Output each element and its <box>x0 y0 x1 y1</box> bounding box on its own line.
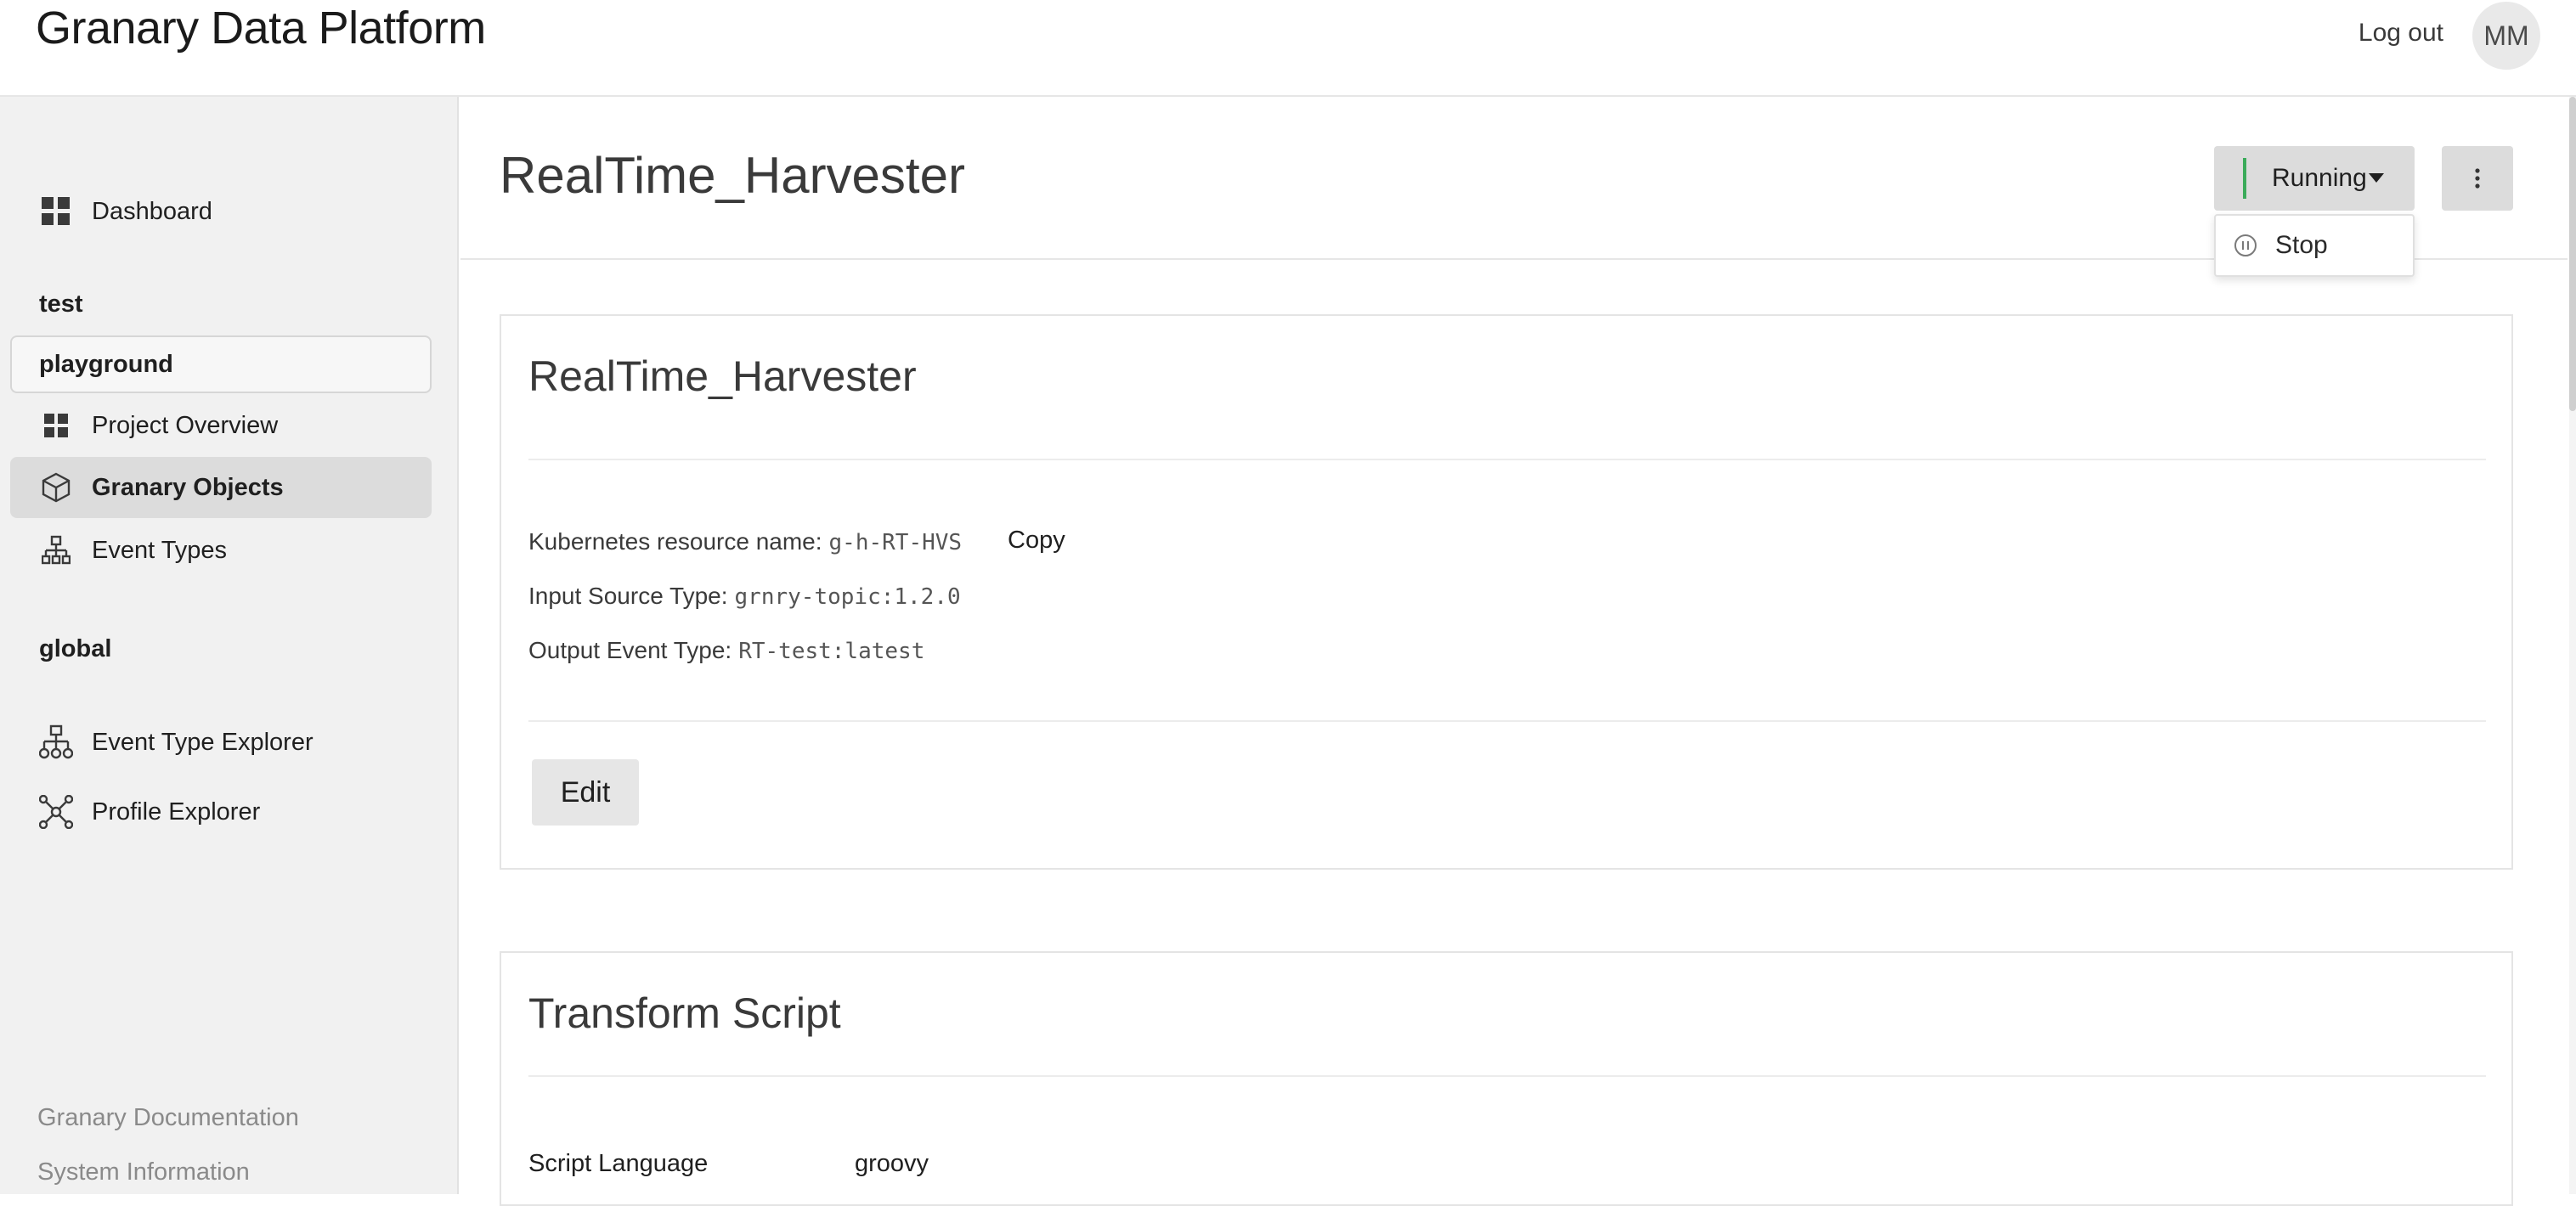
app-title: Granary Data Platform <box>36 3 486 54</box>
sidebar-item-label: Profile Explorer <box>92 797 261 826</box>
section-heading-test: test <box>39 290 83 318</box>
stop-menu-item[interactable]: Stop <box>2216 216 2413 275</box>
caret-down-icon <box>2369 173 2384 183</box>
input-source-value: grnry-topic:1.2.0 <box>734 584 961 610</box>
sidebar-item-profile-explorer[interactable]: Profile Explorer <box>10 781 432 843</box>
divider <box>528 459 2486 460</box>
pause-circle-icon <box>2234 234 2257 256</box>
sidebar-item-dashboard[interactable]: Dashboard <box>10 181 432 242</box>
k8s-resource-row: Kubernetes resource name: g-h-RT-HVS <box>528 528 962 555</box>
logout-link[interactable]: Log out <box>2359 19 2443 48</box>
input-source-row: Input Source Type: grnry-topic:1.2.0 <box>528 583 961 610</box>
sidebar-item-project-overview[interactable]: Project Overview <box>10 395 432 456</box>
top-header: Granary Data Platform Log out MM <box>0 0 2576 97</box>
main-scrollbar[interactable] <box>2569 97 2576 1194</box>
status-dropdown-menu: Stop <box>2214 214 2415 277</box>
system-information-link[interactable]: System Information <box>37 1158 250 1186</box>
edit-button[interactable]: Edit <box>532 759 639 826</box>
more-options-button[interactable] <box>2442 146 2513 211</box>
output-event-row: Output Event Type: RT-test:latest <box>528 637 924 664</box>
status-dropdown-button[interactable]: Running <box>2214 146 2415 211</box>
sidebar-item-granary-objects[interactable]: Granary Objects <box>10 457 432 518</box>
documentation-link[interactable]: Granary Documentation <box>37 1104 299 1132</box>
page-title: RealTime_Harvester <box>500 147 965 204</box>
dashboard-icon <box>39 194 73 228</box>
divider <box>528 720 2486 722</box>
card-title: Transform Script <box>528 989 841 1037</box>
sidebar-item-label: Project Overview <box>92 411 279 439</box>
scrollbar-thumb[interactable] <box>2569 97 2576 411</box>
sidebar-item-label: Event Type Explorer <box>92 728 314 756</box>
sidebar-item-event-types[interactable]: Event Types <box>10 520 432 581</box>
avatar[interactable]: MM <box>2472 2 2540 70</box>
sidebar: Dashboard test playground Project Overvi… <box>0 97 459 1194</box>
section-heading-global: global <box>39 635 112 662</box>
input-source-label: Input Source Type: <box>528 583 728 609</box>
cube-icon <box>39 471 73 504</box>
sidebar-item-label: Dashboard <box>92 197 212 225</box>
k8s-resource-label: Kubernetes resource name: <box>528 528 822 555</box>
grid-icon <box>39 409 73 442</box>
script-language-value: groovy <box>855 1150 929 1177</box>
card-title: RealTime_Harvester <box>528 352 917 400</box>
copy-button[interactable]: Copy <box>1008 527 1065 555</box>
network-icon <box>39 795 73 829</box>
transform-script-card: Transform Script Script Language groovy <box>500 951 2513 1206</box>
more-vertical-icon <box>2475 168 2480 189</box>
hierarchy-icon <box>39 533 73 567</box>
sidebar-item-event-type-explorer[interactable]: Event Type Explorer <box>10 712 432 773</box>
script-language-label: Script Language <box>528 1150 709 1177</box>
output-event-label: Output Event Type: <box>528 637 732 663</box>
details-card: RealTime_Harvester Kubernetes resource n… <box>500 314 2513 870</box>
status-indicator <box>2243 158 2246 199</box>
sidebar-item-label: Granary Objects <box>92 473 284 501</box>
status-label: Running <box>2272 164 2367 192</box>
menu-item-label: Stop <box>2275 231 2328 259</box>
hierarchy-icon <box>39 724 73 759</box>
k8s-resource-value: g-h-RT-HVS <box>828 530 963 555</box>
divider <box>528 1075 2486 1077</box>
output-event-value: RT-test:latest <box>738 639 925 664</box>
project-selector[interactable]: playground <box>10 335 432 393</box>
sidebar-item-label: Event Types <box>92 536 228 564</box>
